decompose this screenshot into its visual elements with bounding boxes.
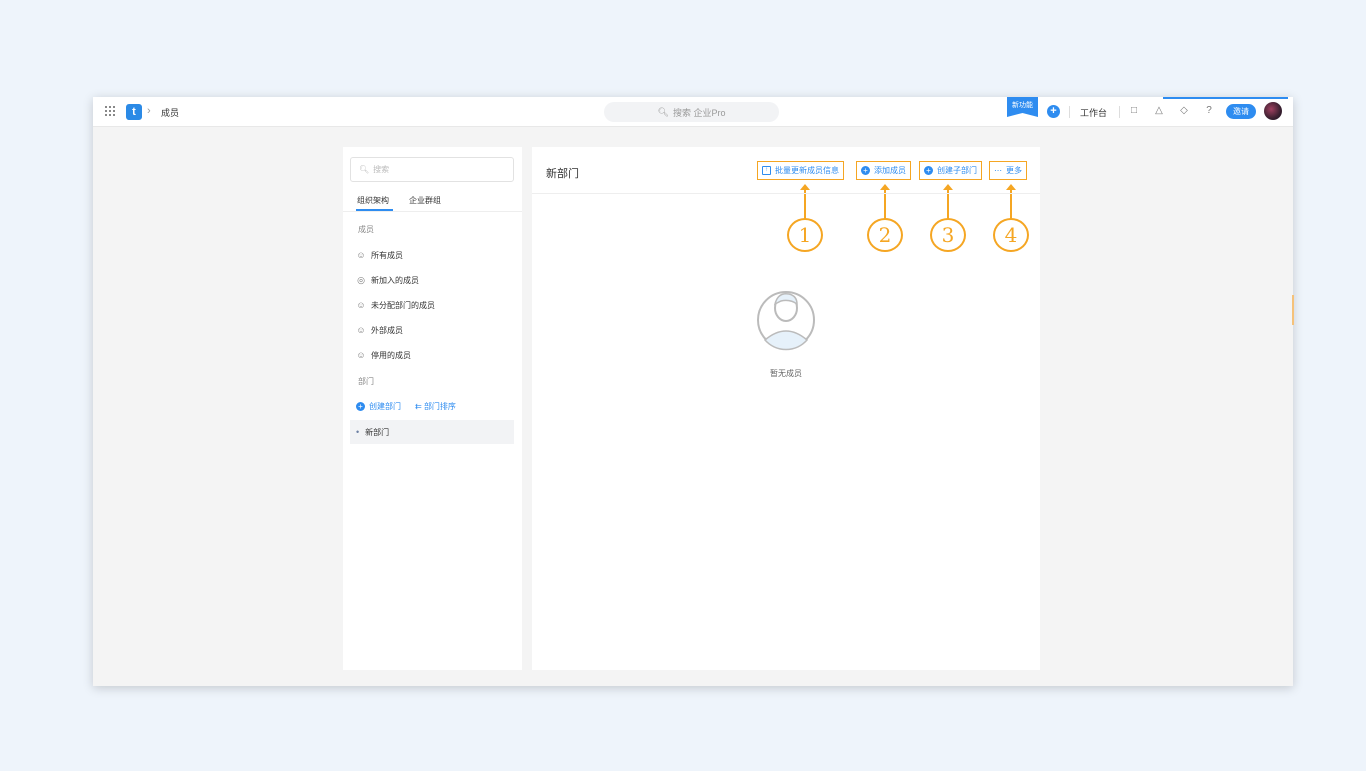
user-circle-icon: ◎ — [357, 275, 365, 285]
tab-enterprise-groups[interactable]: 企业群组 — [409, 195, 441, 206]
sidebar-item-dept[interactable]: • 新部门 — [350, 420, 514, 444]
callout-1: 1 — [787, 184, 823, 252]
divider — [343, 211, 522, 212]
sidebar-item-label: 未分配部门的成员 — [371, 300, 435, 310]
sort-dept-label: 部门排序 — [423, 402, 456, 411]
create-dept-label: 创建部门 — [369, 402, 401, 411]
user-icon: ☺ — [356, 250, 366, 260]
divider — [1069, 106, 1070, 118]
dept-section-title: 部门 — [358, 377, 374, 386]
dept-actions: + 创建部门 ⇇︎ 部门排序 — [356, 401, 456, 412]
plus-circle-icon: + — [861, 166, 870, 175]
sidebar-item-label: 新加入的成员 — [371, 275, 419, 285]
callout-number: 3 — [930, 218, 966, 252]
main-panel: 新部门 ↑ 批量更新成员信息 + 添加成员 + 创建子部门 ⋯ 更多 1 2 3 — [532, 147, 1040, 670]
invite-button[interactable]: 邀请 — [1226, 104, 1256, 119]
calendar-icon[interactable]: □ — [1128, 105, 1140, 117]
add-member-label: 添加成员 — [874, 166, 906, 175]
create-subdept-label: 创建子部门 — [937, 166, 977, 175]
more-icon: ⋯ — [994, 166, 1002, 175]
add-icon[interactable]: + — [1047, 105, 1060, 118]
callout-3: 3 — [930, 184, 966, 252]
avatar[interactable] — [1264, 102, 1282, 120]
sidebar-item-all-members[interactable]: ☺ 所有成员 — [356, 248, 403, 262]
divider — [1119, 106, 1120, 118]
sidebar-item-label: 新部门 — [365, 427, 390, 437]
new-feature-badge[interactable]: 新功能 — [1007, 97, 1038, 117]
breadcrumb[interactable]: 成员 — [161, 106, 179, 119]
page-title: 新部门 — [546, 168, 579, 180]
sort-icon: ⇇︎ — [415, 402, 424, 411]
sidebar-item-new-members[interactable]: ◎ 新加入的成员 — [356, 273, 419, 287]
callout-2: 2 — [867, 184, 903, 252]
help-icon[interactable]: ? — [1203, 105, 1215, 117]
upload-icon: ↑ — [762, 166, 771, 175]
sidebar: 🔍︎ 搜索 组织架构 企业群组 成员 ☺ 所有成员 ◎ 新加入的成员 ☺ 未分配… — [343, 147, 522, 670]
empty-user-illustration-icon — [757, 291, 815, 351]
global-search-input[interactable]: 🔍︎ 搜索 企业Pro — [604, 102, 779, 122]
message-icon[interactable]: ◇ — [1178, 105, 1190, 117]
sidebar-item-label: 所有成员 — [371, 250, 403, 260]
batch-update-label: 批量更新成员信息 — [775, 166, 839, 175]
workbench-link[interactable]: 工作台 — [1080, 106, 1107, 119]
bell-icon[interactable]: △ — [1153, 105, 1165, 117]
chevron-right-icon: › — [147, 105, 151, 117]
search-icon: 🔍︎ — [359, 165, 370, 174]
empty-state-text: 暂无成员 — [770, 369, 802, 378]
sidebar-item-label: 外部成员 — [371, 325, 403, 335]
edge-marker — [1292, 295, 1294, 325]
top-accent-bar — [1163, 97, 1288, 99]
plus-circle-icon: + — [924, 166, 933, 175]
callout-number: 4 — [993, 218, 1029, 252]
more-button[interactable]: ⋯ 更多 — [989, 161, 1027, 180]
sidebar-item-disabled-members[interactable]: ☺ 停用的成员 — [356, 348, 411, 362]
callout-4: 4 — [993, 184, 1029, 252]
tab-org-structure[interactable]: 组织架构 — [357, 195, 389, 206]
sidebar-item-label: 停用的成员 — [371, 350, 411, 360]
sidebar-item-unassigned-members[interactable]: ☺ 未分配部门的成员 — [356, 298, 435, 312]
callout-number: 2 — [867, 218, 903, 252]
sidebar-search-input[interactable]: 🔍︎ 搜索 — [350, 157, 514, 182]
divider — [532, 193, 1040, 194]
create-subdept-button[interactable]: + 创建子部门 — [919, 161, 982, 180]
add-member-button[interactable]: + 添加成员 — [856, 161, 911, 180]
members-section-title: 成员 — [358, 225, 374, 234]
top-bar: t › 成员 🔍︎ 搜索 企业Pro 新功能 + 工作台 □ △ ◇ ? 邀请 — [93, 97, 1293, 127]
external-user-icon: ☺ — [356, 325, 366, 335]
disabled-user-icon: ☺ — [356, 350, 366, 360]
search-icon: 🔍︎ — [657, 106, 669, 117]
callout-number: 1 — [787, 218, 823, 252]
sidebar-search-placeholder: 搜索 — [373, 165, 390, 174]
sidebar-item-external-members[interactable]: ☺ 外部成员 — [356, 323, 403, 337]
more-label: 更多 — [1006, 166, 1022, 175]
batch-update-button[interactable]: ↑ 批量更新成员信息 — [757, 161, 844, 180]
sort-dept-button[interactable]: ⇇︎ 部门排序 — [415, 401, 456, 412]
create-dept-button[interactable]: + 创建部门 — [356, 401, 401, 412]
plus-circle-icon: + — [356, 402, 365, 411]
dept-tree-icon: • — [356, 427, 360, 437]
app-logo[interactable]: t — [126, 104, 142, 120]
user-icon: ☺ — [356, 300, 366, 310]
apps-grid-icon[interactable] — [105, 106, 115, 116]
global-search-placeholder: 搜索 企业Pro — [672, 107, 726, 118]
app-window: t › 成员 🔍︎ 搜索 企业Pro 新功能 + 工作台 □ △ ◇ ? 邀请 … — [93, 97, 1293, 686]
